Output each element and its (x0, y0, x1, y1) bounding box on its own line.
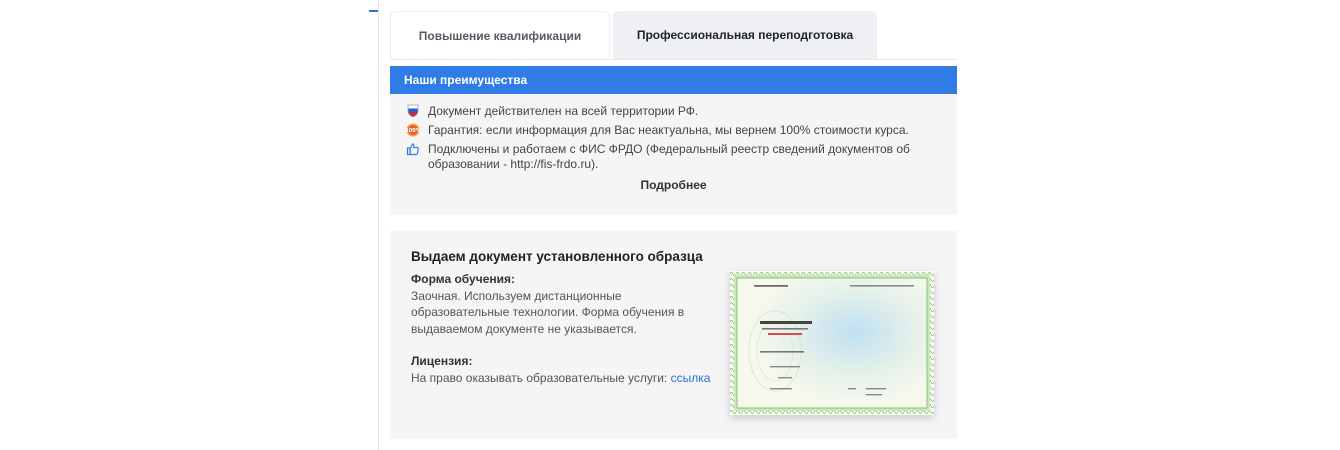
license-line: На право оказывать образовательные услуг… (411, 370, 711, 387)
document-title: Выдаем документ установленного образца (411, 249, 703, 264)
more-details-link[interactable]: Подробнее (390, 178, 957, 192)
active-nav-indicator (369, 10, 378, 12)
certificate-illustration (730, 271, 934, 415)
advantage-item: Подключены и работаем с ФИС ФРДО (Федера… (406, 142, 941, 172)
advantage-text: Гарантия: если информация для Вас неакту… (428, 123, 909, 137)
license-text: На право оказывать образовательные услуг… (411, 370, 668, 385)
svg-text:100%: 100% (406, 128, 420, 134)
100-percent-badge-icon: 100% (405, 123, 421, 137)
tab-professional-retraining[interactable]: Профессиональная переподготовка (613, 11, 877, 59)
tab-qualification-upgrade[interactable]: Повышение квалификации (390, 11, 610, 59)
study-form-label: Форма обучения: (411, 272, 515, 286)
document-panel: Выдаем документ установленного образца Ф… (390, 231, 957, 439)
license-link[interactable]: ссылка (671, 371, 711, 385)
advantage-item: Документ действителен на всей территории… (406, 104, 941, 119)
tabs-baseline (390, 59, 957, 60)
certificate-sample-image (730, 271, 934, 415)
program-tabs: Повышение квалификации Профессиональная … (390, 11, 957, 60)
document-details: Форма обучения: Заочная. Используем дист… (411, 271, 711, 386)
advantage-text: Документ действителен на всей территории… (428, 104, 699, 118)
advantages-list: Документ действителен на всей территории… (390, 94, 957, 172)
thumbs-up-icon (406, 142, 420, 156)
content-left-divider (378, 0, 379, 450)
russia-flag-shield-icon (406, 104, 420, 118)
advantages-panel: Наши преимущества Документ действителен … (390, 66, 957, 215)
study-form-text: Заочная. Используем дистанционные образо… (411, 288, 685, 336)
license-label: Лицензия: (411, 354, 473, 368)
advantage-text: Подключены и работаем с ФИС ФРДО (Федера… (428, 142, 910, 171)
advantage-item: 100% Гарантия: если информация для Вас н… (405, 123, 941, 138)
advantages-header: Наши преимущества (390, 66, 957, 94)
